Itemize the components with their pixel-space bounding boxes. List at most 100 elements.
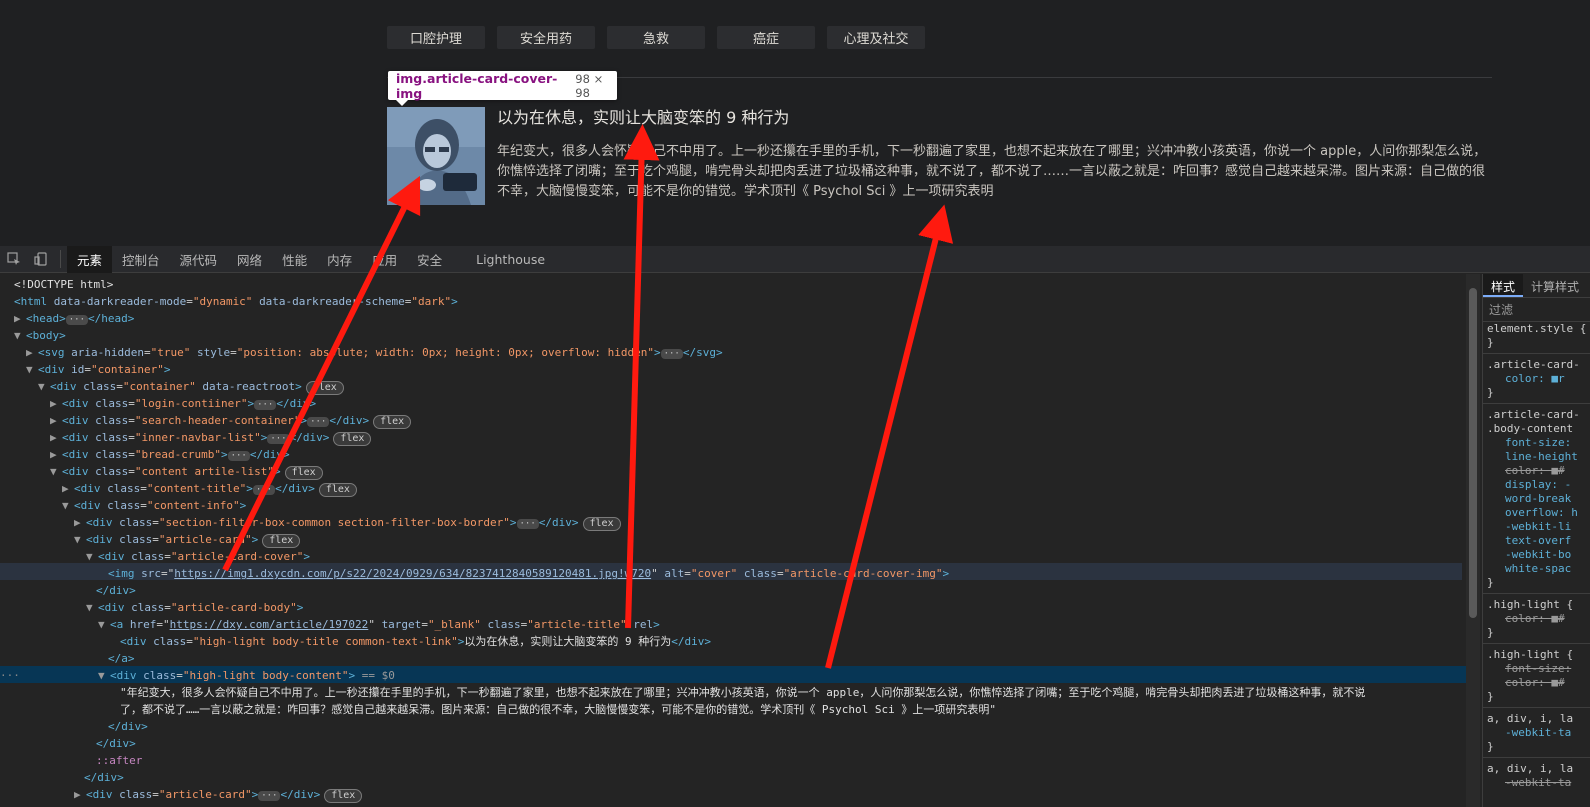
style-rule-line[interactable]: display: -: [1483, 478, 1590, 492]
flex-badge[interactable]: flex: [262, 534, 301, 548]
style-rule-line[interactable]: -webkit-ta: [1483, 776, 1590, 790]
flex-badge[interactable]: flex: [318, 483, 357, 497]
dom-node[interactable]: </div>: [96, 582, 136, 599]
dom-node[interactable]: ▶ <div class="bread-crumb"> ··· </div>: [50, 446, 290, 463]
tab-computed[interactable]: 计算样式: [1523, 274, 1587, 297]
text-node[interactable]: 了，都不说了……一言以蔽之就是：咋回事？感觉自己越来越呆滞。图片来源：自己做的很…: [120, 701, 996, 718]
dom-node[interactable]: ▼ <div class="article-card-body">: [86, 599, 303, 616]
dom-node[interactable]: </a>: [108, 650, 135, 667]
dom-node[interactable]: ▼ <a href="https://dxy.com/article/197022…: [98, 616, 660, 633]
style-rule-line[interactable]: .article-card-: [1483, 408, 1590, 422]
tab-elements[interactable]: 元素: [67, 245, 113, 273]
style-rule-line[interactable]: }: [1483, 386, 1590, 400]
style-rule-line[interactable]: font-size:: [1483, 436, 1590, 450]
dom-node[interactable]: ▼ <body>: [14, 327, 66, 344]
style-rule-line[interactable]: color: ■#: [1483, 464, 1590, 478]
style-rule-line[interactable]: color: ■#: [1483, 676, 1590, 690]
dom-node[interactable]: </div>: [96, 735, 136, 752]
style-rule-line[interactable]: element.style {: [1483, 322, 1590, 336]
style-rule-line[interactable]: }: [1483, 626, 1590, 640]
style-rule-line[interactable]: white-spac: [1483, 562, 1590, 576]
flex-badge[interactable]: flex: [333, 432, 372, 446]
dom-node[interactable]: ▶ <div class="login-contiiner"> ··· </div>: [50, 395, 316, 412]
style-rule-line[interactable]: .article-card-: [1483, 358, 1590, 372]
tab-lighthouse[interactable]: Lighthouse: [466, 246, 555, 273]
style-rule-line[interactable]: text-overf: [1483, 534, 1590, 548]
scrollbar-thumb[interactable]: [1469, 288, 1477, 618]
tab-security[interactable]: 安全: [407, 246, 452, 273]
dom-node[interactable]: <img src="https://img1.dxycdn.com/p/s22/…: [108, 565, 949, 582]
dom-node[interactable]: ▶ <div class="section-filter-box-common s…: [74, 514, 621, 531]
style-rule-line[interactable]: -webkit-ta: [1483, 726, 1590, 740]
style-rule-text: color: ■#: [1505, 676, 1565, 689]
category-tab[interactable]: 癌症: [717, 26, 815, 49]
style-rule-line[interactable]: color: ■r: [1483, 372, 1590, 386]
style-rule-text: }: [1487, 336, 1494, 349]
flex-badge[interactable]: flex: [582, 517, 621, 531]
article-cover-image[interactable]: [387, 107, 485, 205]
style-rule-line[interactable]: a, div, i, la: [1483, 762, 1590, 776]
style-rule-line[interactable]: overflow: h: [1483, 506, 1590, 520]
style-rule-line[interactable]: word-break: [1483, 492, 1590, 506]
dom-node-selected[interactable]: ▼ <div class="high-light body-content"> =…: [98, 667, 395, 684]
styles-filter-input[interactable]: 过滤: [1483, 298, 1590, 322]
flex-badge[interactable]: flex: [284, 466, 323, 480]
dom-node[interactable]: <div class="high-light body-title common…: [120, 633, 711, 650]
style-rule-line[interactable]: }: [1483, 690, 1590, 704]
device-toolbar-icon[interactable]: [27, 246, 54, 273]
tab-application[interactable]: 应用: [362, 246, 407, 273]
dom-node[interactable]: ▶ <svg aria-hidden="true" style="position…: [26, 344, 723, 361]
dom-node[interactable]: ▼ <div class="article-card"> flex: [74, 531, 301, 548]
tab-performance[interactable]: 性能: [272, 246, 317, 273]
style-rule-line[interactable]: -webkit-bo: [1483, 548, 1590, 562]
tooltip-size: 98 × 98: [575, 71, 604, 100]
tab-console[interactable]: 控制台: [112, 246, 170, 273]
dom-node[interactable]: <html data-darkreader-mode="dynamic" dat…: [14, 293, 458, 310]
category-tab[interactable]: 口腔护理: [387, 26, 485, 49]
style-rule-text: a, div, i, la: [1487, 762, 1574, 775]
style-rule-line[interactable]: color: ■#: [1483, 612, 1590, 626]
dom-node[interactable]: ▶ <div class="inner-navbar-list"> ··· </div…: [50, 429, 372, 446]
elements-scrollbar[interactable]: [1466, 274, 1480, 807]
article-title[interactable]: 以为在休息，实则让大脑变笨的 9 种行为: [497, 104, 789, 128]
dom-node[interactable]: ▼ <div id="container">: [26, 361, 170, 378]
dom-node[interactable]: ▶ <div class="search-header-container"> ··…: [50, 412, 412, 429]
inspect-element-icon[interactable]: [0, 246, 27, 273]
style-rule-line[interactable]: }: [1483, 740, 1590, 754]
tab-sources[interactable]: 源代码: [170, 246, 228, 273]
dom-node[interactable]: ▼ <div class="content-info">: [62, 497, 246, 514]
dom-node[interactable]: ▼ <div class="container" data-reactroot> f…: [38, 378, 344, 395]
flex-badge[interactable]: flex: [373, 415, 412, 429]
img-src-link[interactable]: https://img1.dxycdn.com/p/s22/2024/0929/…: [174, 567, 651, 580]
article-href-link[interactable]: https://dxy.com/article/197022: [170, 618, 369, 631]
dom-node[interactable]: </div>: [84, 769, 124, 786]
category-tab[interactable]: 心理及社交: [827, 26, 925, 49]
text-node[interactable]: "年纪变大，很多人会怀疑自己不中用了。上一秒还攥在手里的手机，下一秒翻遍了家里，…: [120, 684, 1365, 701]
category-tab[interactable]: 急救: [607, 26, 705, 49]
dom-node[interactable]: <!DOCTYPE html>: [14, 276, 113, 293]
style-rule-line[interactable]: .body-content: [1483, 422, 1590, 436]
tab-memory[interactable]: 内存: [317, 246, 362, 273]
style-rule-line[interactable]: }: [1483, 576, 1590, 590]
style-rule-line[interactable]: .high-light {: [1483, 598, 1590, 612]
style-rule-line[interactable]: }: [1483, 336, 1590, 350]
style-rule-line[interactable]: line-height: [1483, 450, 1590, 464]
style-rule-text: .article-card-: [1487, 358, 1580, 371]
style-rule-line[interactable]: -webkit-li: [1483, 520, 1590, 534]
style-rule-line[interactable]: font-size:: [1483, 662, 1590, 676]
dom-node[interactable]: ::after: [96, 752, 142, 769]
dom-node[interactable]: </div>: [108, 718, 148, 735]
dom-node[interactable]: ▶ <div class="content-title"> ··· </div> fle…: [62, 480, 357, 497]
dom-node[interactable]: ▶ <head> ··· </head>: [14, 310, 134, 327]
dom-node[interactable]: ▶ <div class="article-card"> ··· </div> flex: [74, 786, 363, 803]
style-rule-line[interactable]: .high-light {: [1483, 648, 1590, 662]
style-rule-text: text-overf: [1505, 534, 1572, 547]
tab-styles[interactable]: 样式: [1483, 274, 1524, 297]
category-tab[interactable]: 安全用药: [497, 26, 595, 49]
flex-badge[interactable]: flex: [324, 789, 363, 803]
dom-node[interactable]: ▼ <div class="content artile-list"> flex: [50, 463, 323, 480]
flex-badge[interactable]: flex: [305, 381, 344, 395]
dom-node[interactable]: ▼ <div class="article-card-cover">: [86, 548, 310, 565]
tab-network[interactable]: 网络: [227, 246, 272, 273]
style-rule-line[interactable]: a, div, i, la: [1483, 712, 1590, 726]
